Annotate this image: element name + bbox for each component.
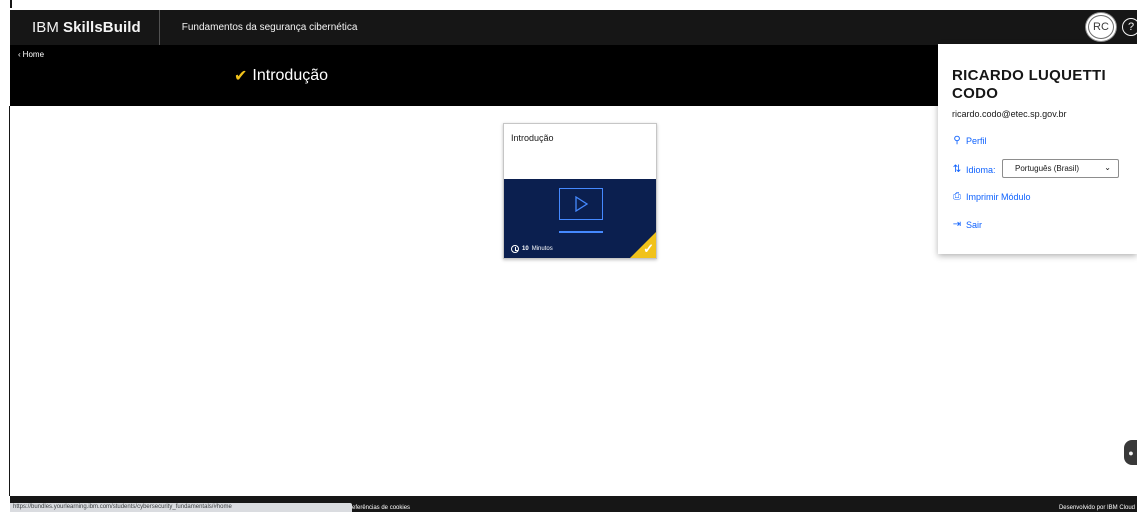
logout-icon: ⇥ xyxy=(952,219,962,230)
developed-by: Desenvolvido por IBM Cloud xyxy=(1058,505,1135,511)
lesson-card-title: Introdução xyxy=(511,133,554,143)
app-root: IBM SkillsBuild Fundamentos da segurança … xyxy=(0,0,1137,512)
course-title: Fundamentos da segurança cibernética xyxy=(181,22,358,33)
checkmark-icon: ✔ xyxy=(234,68,248,85)
play-video-icon xyxy=(559,188,603,220)
brand-name: SkillsBuild xyxy=(62,19,141,36)
profile-menu: RICARDO LUQUETTI CODO ricardo.codo@etec.… xyxy=(938,44,1137,254)
menu-item-profile-label: Perfil xyxy=(966,135,987,146)
back-home-label: Home xyxy=(22,50,45,59)
clock-icon xyxy=(511,245,519,253)
menu-item-print-label: Imprimir Módulo xyxy=(966,191,1031,202)
brand-logo[interactable]: IBM SkillsBuild xyxy=(10,10,160,45)
user-profile-icon: ⚲ xyxy=(953,135,961,146)
user-email: ricardo.codo@etec.sp.gov.br xyxy=(952,109,1067,119)
menu-item-print[interactable]: ⎙ Imprimir Módulo xyxy=(952,191,1031,202)
cookie-preferences-link[interactable]: eferências de cookies xyxy=(352,505,410,511)
chevron-left-icon: ‹ xyxy=(18,50,21,59)
browser-status-url: https://bundles.yourlearning.ibm.com/stu… xyxy=(10,503,352,512)
menu-item-logout-label: Sair xyxy=(966,219,983,230)
chevron-down-icon: ⌄ xyxy=(1104,163,1111,172)
menu-item-language-label: Idioma: xyxy=(966,164,996,175)
user-full-name: RICARDO LUQUETTI CODO xyxy=(952,67,1106,102)
menu-item-language: ⇅ Idioma: xyxy=(952,164,996,175)
menu-item-profile[interactable]: ⚲ Perfil xyxy=(952,135,987,146)
help-icon[interactable]: ? xyxy=(1122,18,1137,36)
lesson-card[interactable]: Introdução 10 Minutos ✓ xyxy=(503,123,657,259)
language-select[interactable]: Português (Brasil) ⌄ xyxy=(1002,159,1119,178)
language-selected-value: Português (Brasil) xyxy=(1015,164,1080,173)
chat-float-button[interactable]: ● xyxy=(1124,440,1137,465)
avatar-initials: RC xyxy=(1088,15,1114,39)
back-home-link[interactable]: ‹ Home xyxy=(18,50,44,59)
media-underline xyxy=(559,231,603,233)
lesson-duration: 10 Minutos xyxy=(511,245,553,253)
menu-item-logout[interactable]: ⇥ Sair xyxy=(952,219,982,230)
duration-value: 10 xyxy=(522,246,529,252)
lesson-card-media: 10 Minutos ✓ xyxy=(504,179,656,258)
printer-icon: ⎙ xyxy=(953,191,961,202)
left-border xyxy=(9,106,10,496)
window-edge xyxy=(10,0,12,8)
top-header: IBM SkillsBuild Fundamentos da segurança … xyxy=(10,10,1137,45)
page-title-text: Introdução xyxy=(252,67,329,84)
completed-checkmark-icon: ✓ xyxy=(643,241,654,256)
duration-unit: Minutos xyxy=(531,246,553,252)
user-avatar-button[interactable]: RC xyxy=(1085,12,1117,42)
page-title: ✔ Introdução xyxy=(234,66,328,86)
language-icon: ⇅ xyxy=(952,164,962,175)
brand-prefix: IBM xyxy=(32,19,59,36)
